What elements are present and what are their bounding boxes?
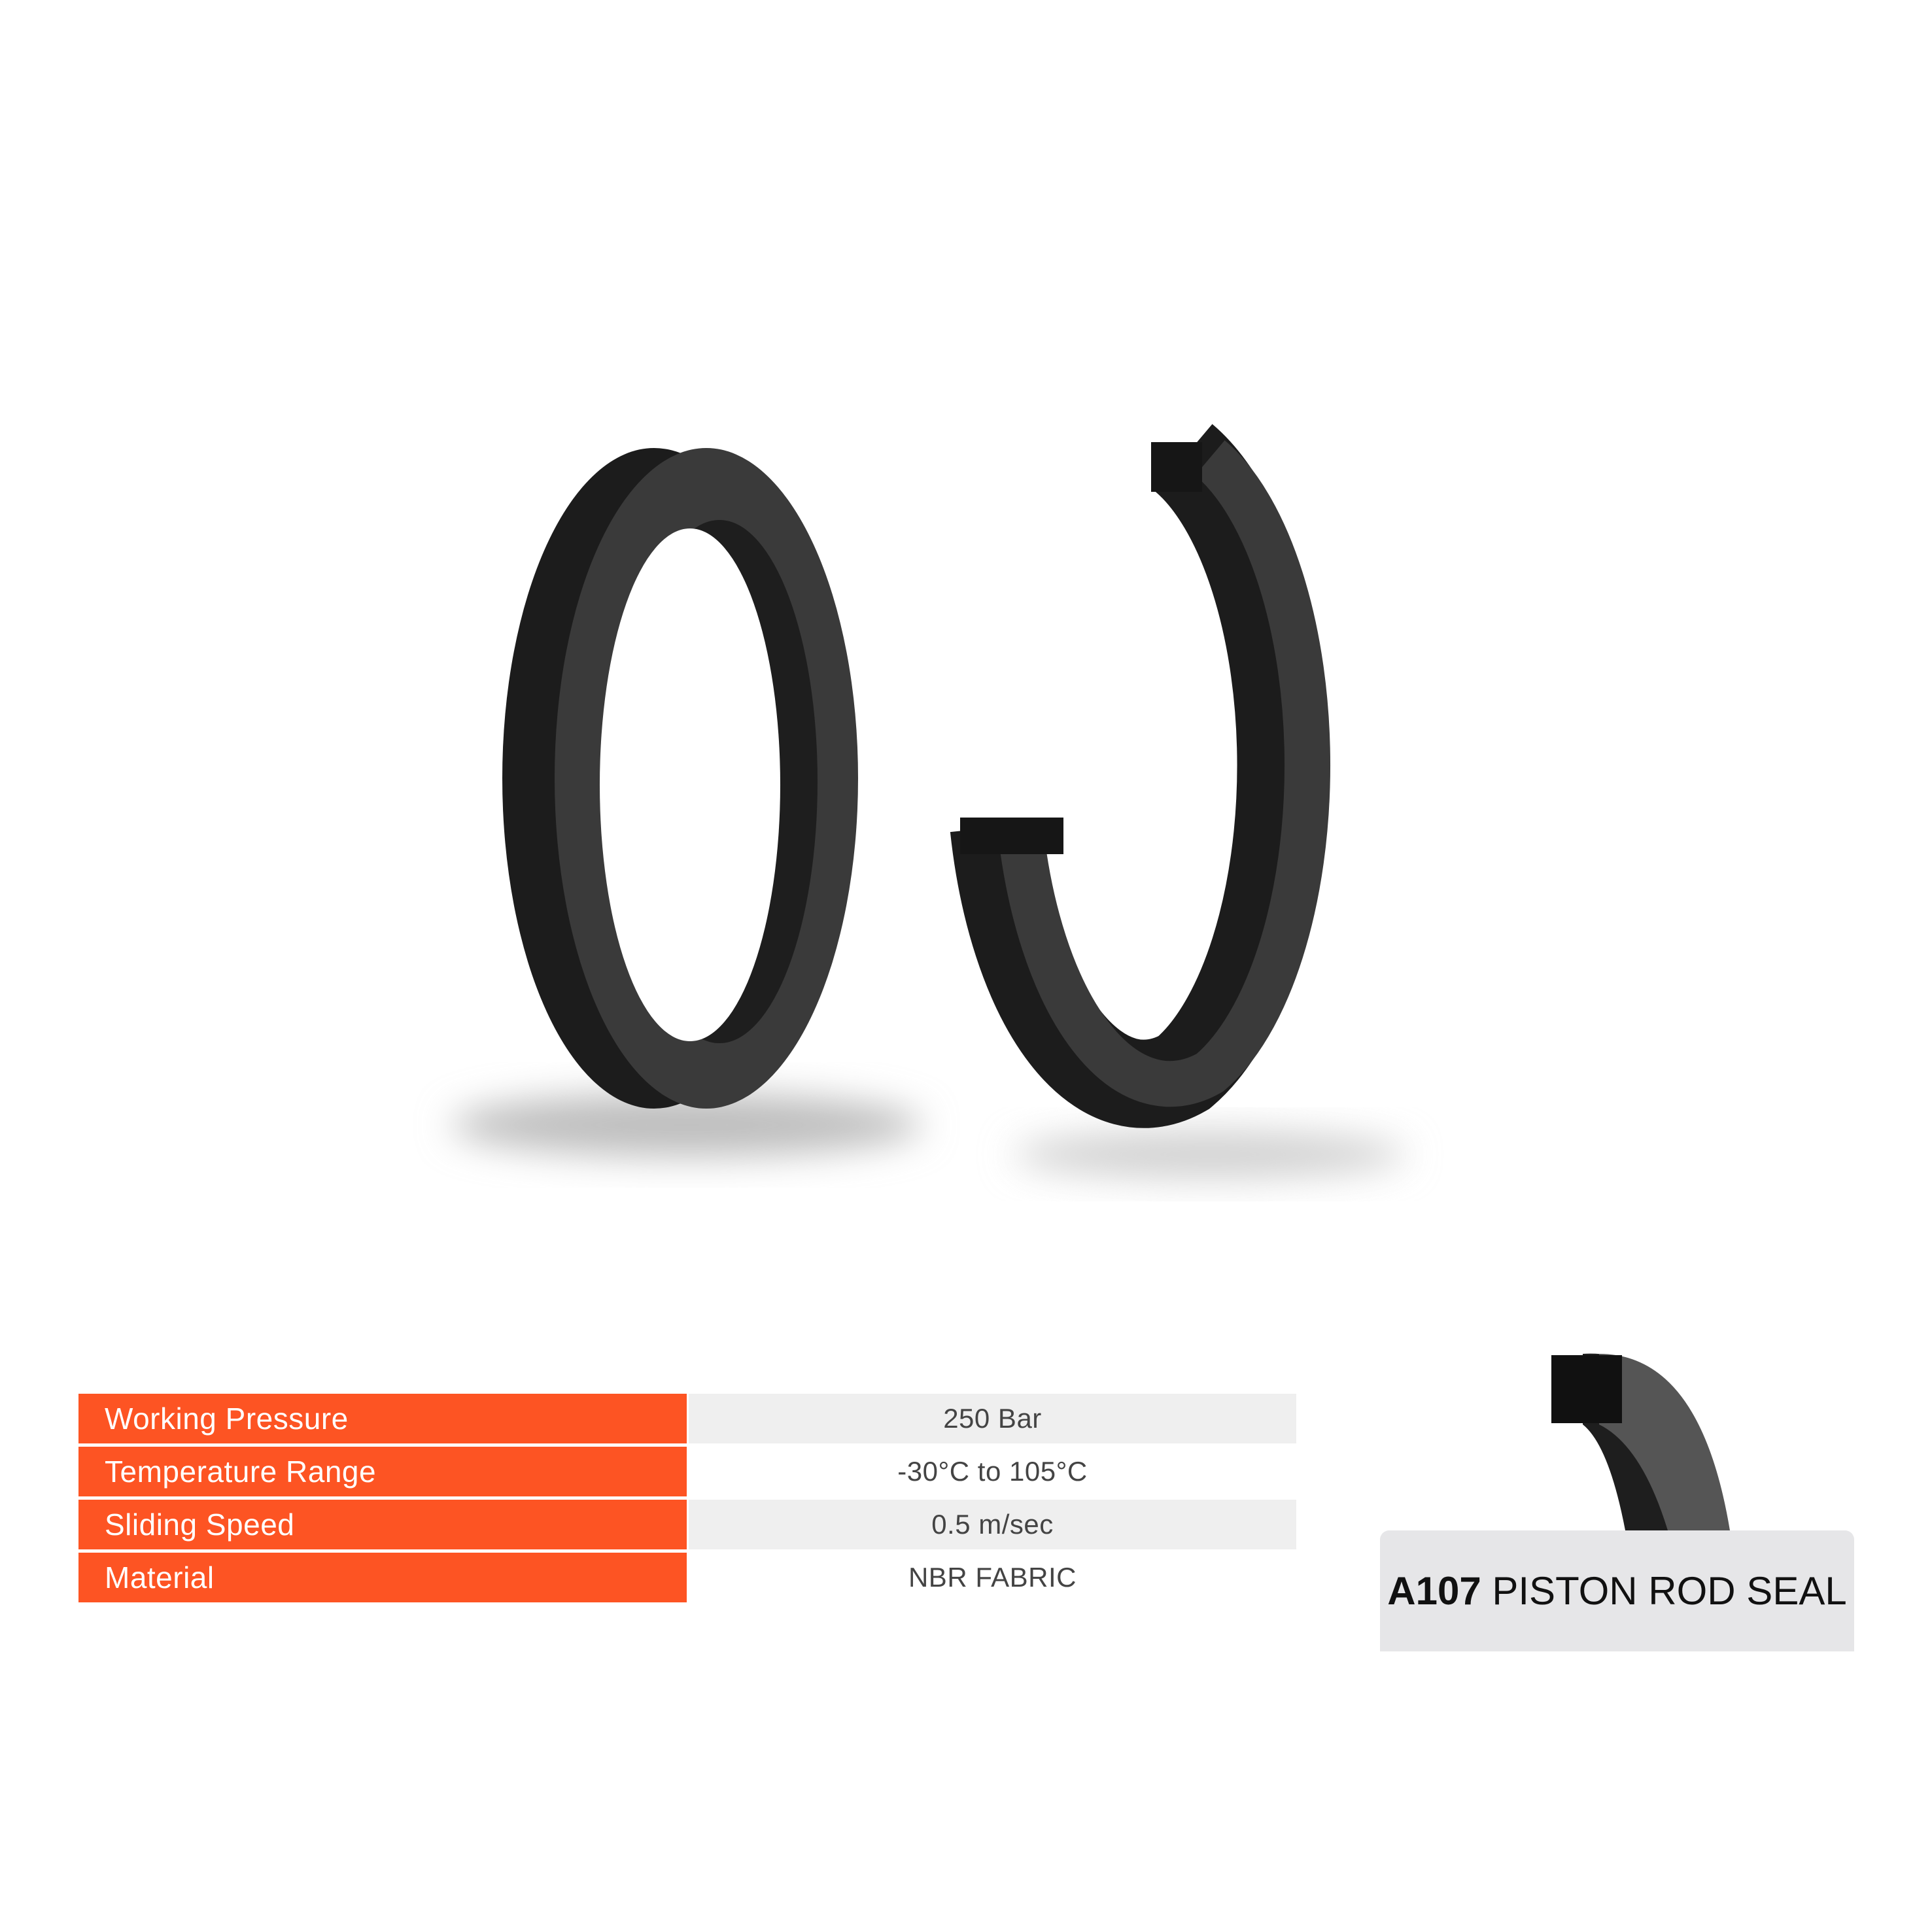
spec-row-material: Material NBR FABRIC bbox=[78, 1553, 1296, 1602]
spec-row-working-pressure: Working Pressure 250 Bar bbox=[78, 1394, 1296, 1443]
spec-label: Material bbox=[78, 1553, 687, 1602]
spec-row-sliding-speed: Sliding Speed 0.5 m/sec bbox=[78, 1500, 1296, 1549]
product-card: A107 PISTON ROD SEAL bbox=[1380, 1347, 1854, 1651]
product-name-box: A107 PISTON ROD SEAL bbox=[1380, 1530, 1854, 1651]
product-name: PISTON ROD SEAL bbox=[1492, 1569, 1847, 1613]
cut-seal-ring bbox=[950, 424, 1330, 1128]
product-code: A107 bbox=[1387, 1569, 1481, 1613]
shadow bbox=[1014, 1131, 1406, 1178]
product-illustration bbox=[451, 424, 1406, 1178]
spec-table: Working Pressure 250 Bar Temperature Ran… bbox=[78, 1394, 1296, 1606]
full-seal-ring bbox=[502, 448, 858, 1109]
seal-profile-icon bbox=[1551, 1353, 1730, 1530]
product-title: A107 PISTON ROD SEAL bbox=[1380, 1530, 1854, 1651]
spec-value: -30°C to 105°C bbox=[689, 1447, 1296, 1496]
spec-value: NBR FABRIC bbox=[689, 1553, 1296, 1602]
spec-row-temperature-range: Temperature Range -30°C to 105°C bbox=[78, 1447, 1296, 1496]
spec-label: Working Pressure bbox=[78, 1394, 687, 1443]
spec-label: Sliding Speed bbox=[78, 1500, 687, 1549]
spec-value: 0.5 m/sec bbox=[689, 1500, 1296, 1549]
spec-value: 250 Bar bbox=[689, 1394, 1296, 1443]
spec-label: Temperature Range bbox=[78, 1447, 687, 1496]
